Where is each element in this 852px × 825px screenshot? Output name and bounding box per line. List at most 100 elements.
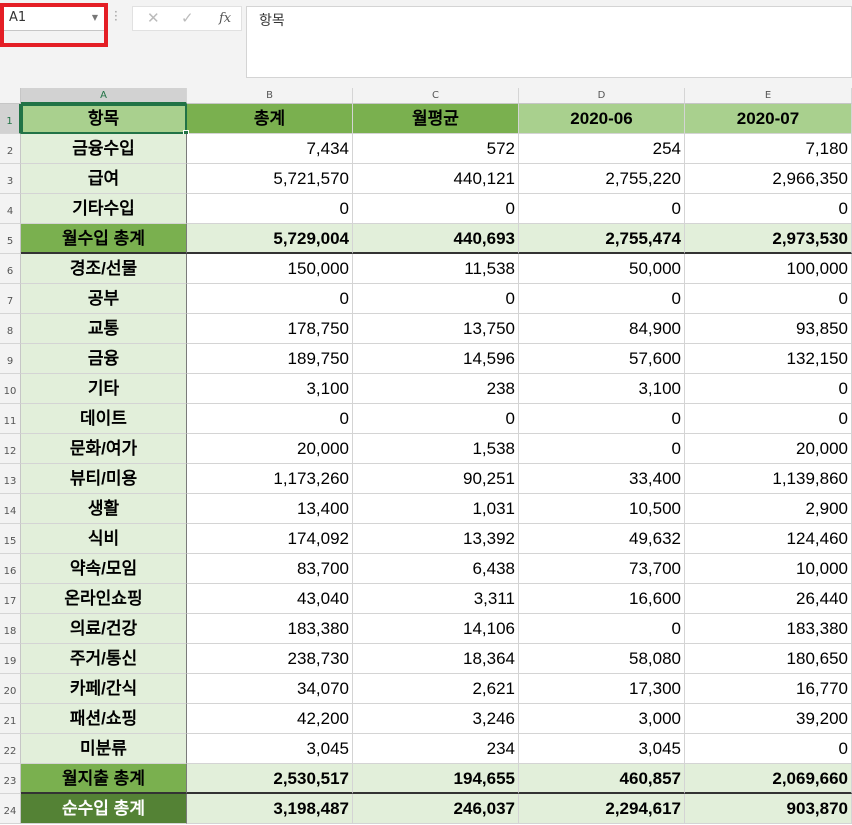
- value-cell[interactable]: 58,080: [519, 644, 685, 674]
- value-cell[interactable]: 5,721,570: [187, 164, 353, 194]
- value-cell[interactable]: 0: [685, 404, 852, 434]
- row-label-cell[interactable]: 기타수입: [21, 194, 187, 224]
- row-header[interactable]: 7: [0, 284, 21, 314]
- value-cell[interactable]: 0: [353, 194, 519, 224]
- value-cell[interactable]: 0: [187, 284, 353, 314]
- value-cell[interactable]: 150,000: [187, 254, 353, 284]
- value-cell[interactable]: 14,106: [353, 614, 519, 644]
- row-header[interactable]: 22: [0, 734, 21, 764]
- select-all-corner[interactable]: [0, 88, 21, 104]
- row-label-cell[interactable]: 월수입 총계: [21, 224, 187, 254]
- column-header-d[interactable]: D: [519, 88, 685, 104]
- value-cell[interactable]: 440,693: [353, 224, 519, 254]
- value-cell[interactable]: 2,900: [685, 494, 852, 524]
- row-header[interactable]: 18: [0, 614, 21, 644]
- column-header-a[interactable]: A: [21, 88, 187, 104]
- check-icon[interactable]: ✓: [181, 9, 194, 27]
- value-cell[interactable]: 0: [519, 194, 685, 224]
- row-label-cell[interactable]: 문화/여가: [21, 434, 187, 464]
- row-header[interactable]: 6: [0, 254, 21, 284]
- header-cell[interactable]: 총계: [187, 104, 353, 134]
- value-cell[interactable]: 33,400: [519, 464, 685, 494]
- row-header[interactable]: 21: [0, 704, 21, 734]
- value-cell[interactable]: 234: [353, 734, 519, 764]
- value-cell[interactable]: 84,900: [519, 314, 685, 344]
- value-cell[interactable]: 14,596: [353, 344, 519, 374]
- value-cell[interactable]: 50,000: [519, 254, 685, 284]
- row-label-cell[interactable]: 기타: [21, 374, 187, 404]
- row-header[interactable]: 10: [0, 374, 21, 404]
- value-cell[interactable]: 3,000: [519, 704, 685, 734]
- value-cell[interactable]: 57,600: [519, 344, 685, 374]
- row-header[interactable]: 20: [0, 674, 21, 704]
- row-label-cell[interactable]: 생활: [21, 494, 187, 524]
- row-header[interactable]: 15: [0, 524, 21, 554]
- value-cell[interactable]: 2,973,530: [685, 224, 852, 254]
- value-cell[interactable]: 83,700: [187, 554, 353, 584]
- row-label-cell[interactable]: 순수입 총계: [21, 794, 187, 824]
- value-cell[interactable]: 90,251: [353, 464, 519, 494]
- row-label-cell[interactable]: 약속/모임: [21, 554, 187, 584]
- value-cell[interactable]: 13,750: [353, 314, 519, 344]
- header-cell[interactable]: 2020-06: [519, 104, 685, 134]
- value-cell[interactable]: 3,311: [353, 584, 519, 614]
- fx-icon[interactable]: fx: [219, 11, 231, 26]
- value-cell[interactable]: 0: [685, 374, 852, 404]
- value-cell[interactable]: 13,392: [353, 524, 519, 554]
- value-cell[interactable]: 1,538: [353, 434, 519, 464]
- value-cell[interactable]: 39,200: [685, 704, 852, 734]
- value-cell[interactable]: 16,770: [685, 674, 852, 704]
- value-cell[interactable]: 0: [353, 284, 519, 314]
- value-cell[interactable]: 2,755,474: [519, 224, 685, 254]
- value-cell[interactable]: 0: [685, 284, 852, 314]
- row-label-cell[interactable]: 식비: [21, 524, 187, 554]
- value-cell[interactable]: 7,180: [685, 134, 852, 164]
- value-cell[interactable]: 3,045: [519, 734, 685, 764]
- name-box[interactable]: A1 ▼: [2, 6, 105, 31]
- header-cell-item[interactable]: 항목: [21, 104, 187, 134]
- value-cell[interactable]: 124,460: [685, 524, 852, 554]
- header-cell[interactable]: 월평균: [353, 104, 519, 134]
- row-header[interactable]: 3: [0, 164, 21, 194]
- header-cell[interactable]: 2020-07: [685, 104, 852, 134]
- row-label-cell[interactable]: 경조/선물: [21, 254, 187, 284]
- value-cell[interactable]: 43,040: [187, 584, 353, 614]
- row-header[interactable]: 1: [0, 104, 21, 134]
- value-cell[interactable]: 3,045: [187, 734, 353, 764]
- row-header[interactable]: 23: [0, 764, 21, 794]
- column-header-c[interactable]: C: [353, 88, 519, 104]
- row-header[interactable]: 14: [0, 494, 21, 524]
- row-label-cell[interactable]: 금융수입: [21, 134, 187, 164]
- row-label-cell[interactable]: 주거/통신: [21, 644, 187, 674]
- value-cell[interactable]: 183,380: [685, 614, 852, 644]
- value-cell[interactable]: 1,031: [353, 494, 519, 524]
- value-cell[interactable]: 3,100: [519, 374, 685, 404]
- row-label-cell[interactable]: 데이트: [21, 404, 187, 434]
- row-header[interactable]: 13: [0, 464, 21, 494]
- value-cell[interactable]: 132,150: [685, 344, 852, 374]
- value-cell[interactable]: 73,700: [519, 554, 685, 584]
- column-header-b[interactable]: B: [187, 88, 353, 104]
- row-header[interactable]: 5: [0, 224, 21, 254]
- value-cell[interactable]: 20,000: [685, 434, 852, 464]
- value-cell[interactable]: 189,750: [187, 344, 353, 374]
- value-cell[interactable]: 26,440: [685, 584, 852, 614]
- value-cell[interactable]: 0: [187, 404, 353, 434]
- row-header[interactable]: 17: [0, 584, 21, 614]
- value-cell[interactable]: 460,857: [519, 764, 685, 794]
- value-cell[interactable]: 7,434: [187, 134, 353, 164]
- row-header[interactable]: 11: [0, 404, 21, 434]
- value-cell[interactable]: 1,173,260: [187, 464, 353, 494]
- value-cell[interactable]: 100,000: [685, 254, 852, 284]
- value-cell[interactable]: 5,729,004: [187, 224, 353, 254]
- value-cell[interactable]: 174,092: [187, 524, 353, 554]
- row-label-cell[interactable]: 패션/쇼핑: [21, 704, 187, 734]
- value-cell[interactable]: 0: [685, 734, 852, 764]
- row-header[interactable]: 9: [0, 344, 21, 374]
- column-header-e[interactable]: E: [685, 88, 852, 104]
- value-cell[interactable]: 0: [187, 194, 353, 224]
- value-cell[interactable]: 0: [519, 404, 685, 434]
- value-cell[interactable]: 0: [685, 194, 852, 224]
- value-cell[interactable]: 180,650: [685, 644, 852, 674]
- row-header[interactable]: 12: [0, 434, 21, 464]
